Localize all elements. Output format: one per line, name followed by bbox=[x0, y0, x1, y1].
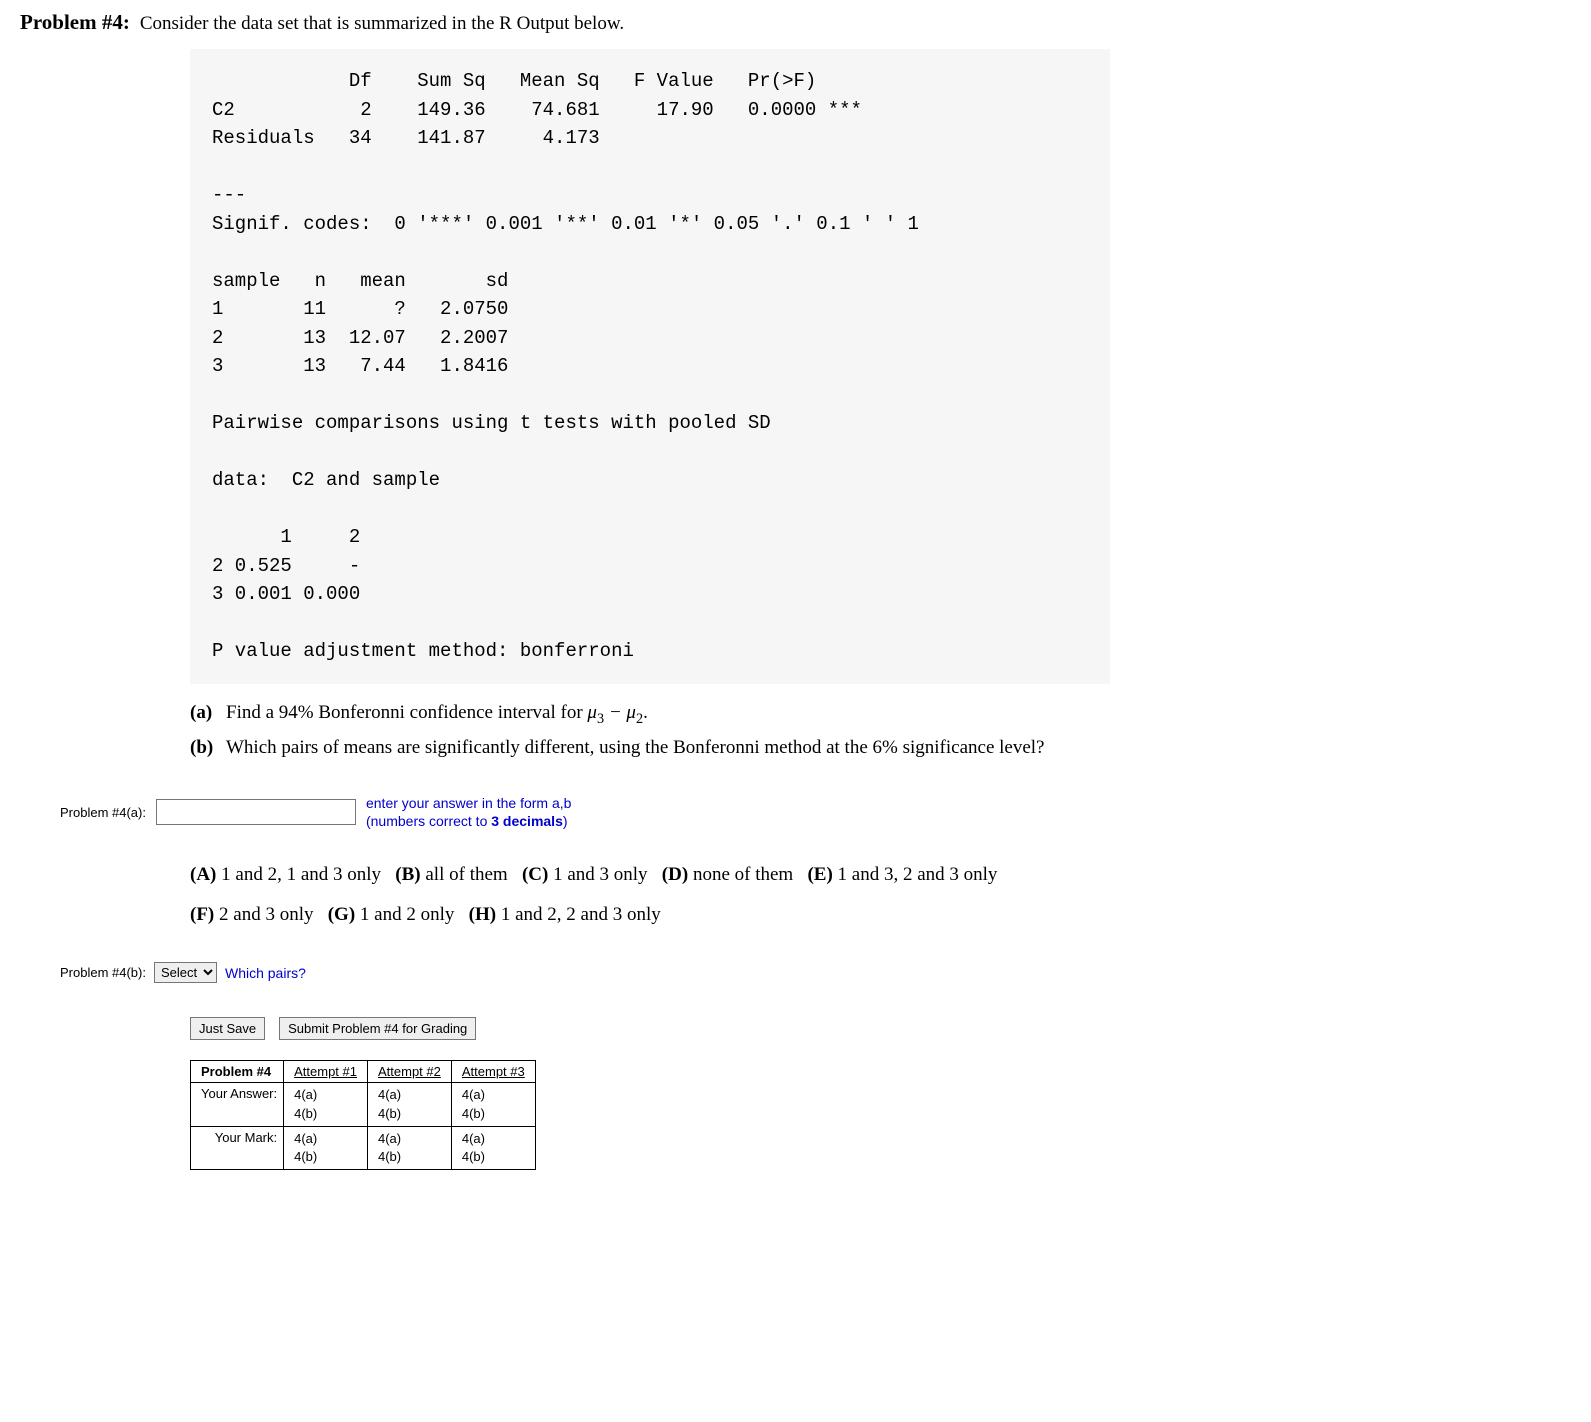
choice-label: (C) bbox=[522, 864, 548, 885]
table-cell: 4(a)4(b) bbox=[284, 1083, 368, 1126]
button-row: Just Save Submit Problem #4 for Grading bbox=[190, 1017, 1571, 1040]
table-cell: 4(a)4(b) bbox=[451, 1126, 535, 1169]
answer-4a-hint: enter your answer in the form a,b (numbe… bbox=[366, 794, 571, 830]
hint-line1: enter your answer in the form a,b bbox=[366, 794, 571, 812]
choice-label: (A) bbox=[190, 864, 216, 885]
part-a: (a) Find a 94% Bonferonni confidence int… bbox=[190, 702, 1571, 728]
hint-bold: 3 decimals bbox=[491, 813, 563, 829]
answer-4a-input[interactable] bbox=[156, 799, 356, 825]
hint-line2: (numbers correct to 3 decimals) bbox=[366, 812, 571, 830]
mu-expression: μ3 − μ2 bbox=[587, 702, 643, 723]
table-cell: 4(a)4(b) bbox=[284, 1126, 368, 1169]
choice-label: (F) bbox=[190, 904, 214, 925]
choice-label: (E) bbox=[807, 864, 832, 885]
row-label: Your Answer: bbox=[191, 1083, 284, 1126]
submit-button[interactable]: Submit Problem #4 for Grading bbox=[279, 1017, 476, 1040]
table-header-cell: Attempt #1 bbox=[284, 1061, 368, 1083]
answer-4b-select[interactable]: Select bbox=[154, 962, 217, 983]
choice-text: 1 and 3, 2 and 3 only bbox=[838, 864, 998, 885]
part-a-text: Find a 94% Bonferonni confidence interva… bbox=[226, 702, 648, 728]
r-output-block: Df Sum Sq Mean Sq F Value Pr(>F) C2 2 14… bbox=[190, 49, 1110, 684]
choice-text: 1 and 3 only bbox=[553, 864, 647, 885]
table-cell: 4(a)4(b) bbox=[368, 1126, 452, 1169]
table-header-cell: Attempt #2 bbox=[368, 1061, 452, 1083]
table-cell: 4(a)4(b) bbox=[451, 1083, 535, 1126]
problem-number: Problem #4: bbox=[20, 10, 130, 35]
table-cell: 4(a)4(b) bbox=[368, 1083, 452, 1126]
hint-post: ) bbox=[563, 813, 568, 829]
choice-label: (H) bbox=[469, 904, 496, 925]
table-row: Your Answer:4(a)4(b)4(a)4(b)4(a)4(b) bbox=[191, 1083, 536, 1126]
choice-label: (D) bbox=[662, 864, 688, 885]
choice-text: 1 and 2, 1 and 3 only bbox=[221, 864, 381, 885]
choice-text: all of them bbox=[425, 864, 507, 885]
just-save-button[interactable]: Just Save bbox=[190, 1017, 265, 1040]
answer-4a-label: Problem #4(a): bbox=[60, 805, 146, 820]
table-header-row: Problem #4Attempt #1Attempt #2Attempt #3 bbox=[191, 1061, 536, 1083]
hint-pre: (numbers correct to bbox=[366, 813, 491, 829]
part-b-text: Which pairs of means are significantly d… bbox=[226, 737, 1045, 759]
question-parts: (a) Find a 94% Bonferonni confidence int… bbox=[190, 702, 1571, 760]
choice-label: (B) bbox=[395, 864, 420, 885]
problem-heading: Problem #4: Consider the data set that i… bbox=[20, 10, 1571, 35]
part-a-label: (a) bbox=[190, 702, 220, 728]
choice-text: 1 and 2, 2 and 3 only bbox=[501, 904, 661, 925]
part-b: (b) Which pairs of means are significant… bbox=[190, 737, 1571, 759]
choice-label: (G) bbox=[328, 904, 355, 925]
choices-list: (A) 1 and 2, 1 and 3 only (B) all of the… bbox=[190, 855, 1571, 935]
row-label: Your Mark: bbox=[191, 1126, 284, 1169]
answer-4b-row: Problem #4(b): Select Which pairs? bbox=[60, 962, 1571, 983]
attempts-table: Problem #4Attempt #1Attempt #2Attempt #3… bbox=[190, 1060, 536, 1170]
part-b-label: (b) bbox=[190, 737, 220, 759]
choice-text: 1 and 2 only bbox=[360, 904, 454, 925]
choice-text: none of them bbox=[693, 864, 793, 885]
table-row: Your Mark:4(a)4(b)4(a)4(b)4(a)4(b) bbox=[191, 1126, 536, 1169]
answer-4a-row: Problem #4(a): enter your answer in the … bbox=[60, 794, 1571, 830]
which-pairs-hint: Which pairs? bbox=[225, 965, 306, 981]
answer-4b-label: Problem #4(b): bbox=[60, 965, 146, 980]
choice-text: 2 and 3 only bbox=[219, 904, 313, 925]
part-a-pre: Find a 94% Bonferonni confidence interva… bbox=[226, 702, 587, 723]
table-header-cell: Attempt #3 bbox=[451, 1061, 535, 1083]
problem-statement: Consider the data set that is summarized… bbox=[140, 13, 624, 35]
table-header-cell: Problem #4 bbox=[191, 1061, 284, 1083]
part-a-post: . bbox=[643, 702, 648, 723]
